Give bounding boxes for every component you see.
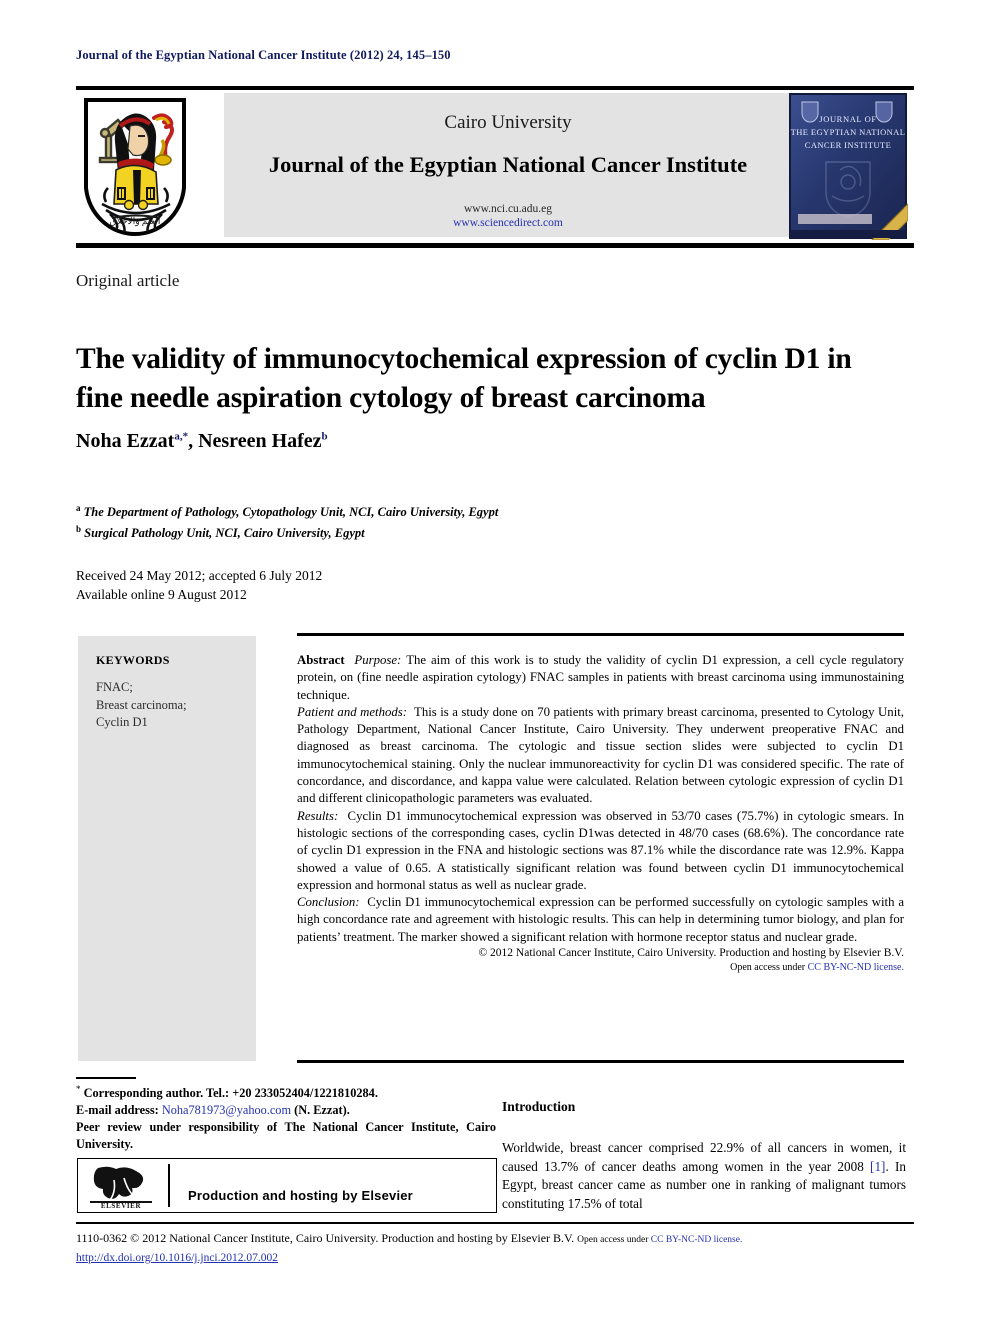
- peer-review-note: Peer review under responsibility of The …: [76, 1120, 496, 1152]
- abstract-conclusion: Conclusion: Cyclin D1 immunocytochemical…: [297, 894, 904, 946]
- affiliations: a The Department of Pathology, Cytopatho…: [76, 500, 498, 542]
- article-type-label: Original article: [76, 271, 180, 290]
- introduction-heading: Introduction: [502, 1099, 576, 1114]
- abstract-copyright: © 2012 National Cancer Institute, Cairo …: [478, 947, 904, 960]
- cairo-university-crest-icon: العلم والأخلاق: [76, 92, 194, 240]
- abstract-methods-text: This is a study done on 70 patients with…: [297, 704, 905, 806]
- journal-website-url[interactable]: www.nci.cu.adu.eg: [224, 202, 792, 216]
- affiliation-a: a The Department of Pathology, Cytopatho…: [76, 500, 498, 521]
- abstract-purpose: Abstract Purpose: The aim of this work i…: [297, 652, 904, 704]
- abstract-top-rule: [297, 633, 904, 636]
- author-name-2: Nesreen Hafez: [198, 430, 322, 452]
- reference-link-1[interactable]: [1]: [870, 1159, 885, 1174]
- running-head: Journal of the Egyptian National Cancer …: [76, 48, 451, 62]
- keyword-item: Cyclin D1: [96, 715, 148, 729]
- keyword-item: Breast carcinoma;: [96, 697, 187, 712]
- svg-text:ELSEVIER: ELSEVIER: [101, 1202, 142, 1208]
- elsevier-banner-text: Production and hosting by Elsevier: [188, 1188, 413, 1203]
- keywords-heading: KEYWORDS: [96, 653, 170, 667]
- available-online-date: Available online 9 August 2012: [76, 587, 247, 602]
- elsevier-divider: [168, 1164, 170, 1207]
- affiliation-a-text: The Department of Pathology, Cytopatholo…: [83, 505, 499, 520]
- journal-cover-thumbnail: JOURNAL OF THE EGYPTIAN NATIONAL CANCER …: [788, 92, 909, 241]
- journal-banner: Cairo University Journal of the Egyptian…: [224, 93, 792, 237]
- abstract-methods-label: Patient and methods:: [297, 704, 408, 719]
- elsevier-production-banner: ELSEVIER Production and hosting by Elsev…: [77, 1158, 497, 1213]
- introduction-text: Worldwide, breast cancer comprised 22.9%…: [502, 1139, 906, 1213]
- banner-university: Cairo University: [444, 112, 572, 133]
- abstract-results: Results: Cyclin D1 immunocytochemical ex…: [297, 808, 904, 894]
- abstract-section: Abstract Purpose: The aim of this work i…: [297, 652, 904, 975]
- abstract-conclusion-label: Conclusion:: [297, 895, 360, 910]
- svg-text:THE EGYPTIAN NATIONAL: THE EGYPTIAN NATIONAL: [791, 127, 906, 137]
- doi-link[interactable]: http://dx.doi.org/10.1016/j.jnci.2012.07…: [76, 1252, 278, 1264]
- masthead-bottom-rule: [76, 243, 914, 248]
- corresponding-author-note: * Corresponding author. Tel.: +20 233052…: [76, 1081, 496, 1102]
- abstract-conclusion-text: Cyclin D1 immunocytochemical expression …: [297, 895, 904, 944]
- banner-journal-title: Journal of the Egyptian National Cancer …: [268, 152, 748, 177]
- footnote-block: * Corresponding author. Tel.: +20 233052…: [76, 1081, 496, 1153]
- page-title: The validity of immunocytochemical expre…: [76, 342, 852, 414]
- masthead-top-rule: [76, 86, 914, 90]
- svg-text:CANCER INSTITUTE: CANCER INSTITUTE: [805, 140, 891, 150]
- abstract-open-access: Open access under CC BY-NC-ND license.: [297, 961, 904, 975]
- email-label: E-mail address:: [76, 1103, 159, 1118]
- author-1-affiliation-marker[interactable]: a,*: [174, 430, 188, 442]
- email-suffix: (N. Ezzat).: [294, 1103, 350, 1118]
- footnote-star-marker: *: [76, 1084, 81, 1094]
- footnote-separator-rule: [76, 1077, 136, 1079]
- affiliation-b-text: Surgical Pathology Unit, NCI, Cairo Univ…: [84, 526, 365, 541]
- keyword-item: FNAC;: [96, 680, 133, 694]
- page-footer: 1110-0362 © 2012 National Cancer Institu…: [76, 1230, 914, 1267]
- author-name-1: Noha Ezzat: [76, 430, 175, 452]
- cc-license-link[interactable]: CC BY-NC-ND license.: [808, 962, 904, 973]
- author-email-link[interactable]: Noha781973@yahoo.com: [162, 1103, 291, 1117]
- affiliation-a-marker: a: [76, 503, 81, 513]
- sciencedirect-url[interactable]: www.sciencedirect.com: [224, 216, 792, 230]
- author-2-affiliation-marker[interactable]: b: [322, 430, 328, 442]
- footer-open-access-prefix: Open access under: [577, 1235, 651, 1245]
- footer-cc-license-link[interactable]: CC BY-NC-ND license.: [651, 1235, 743, 1245]
- article-history: Received 24 May 2012; accepted 6 July 20…: [76, 566, 322, 604]
- author-list: Noha Ezzata,*, Nesreen Hafezb: [76, 430, 328, 452]
- banner-links: www.nci.cu.adu.eg www.sciencedirect.com: [224, 202, 792, 230]
- abstract-bottom-rule: [297, 1060, 904, 1063]
- svg-text:العلم والأخلاق: العلم والأخلاق: [110, 215, 161, 227]
- affiliation-b: b Surgical Pathology Unit, NCI, Cairo Un…: [76, 521, 498, 542]
- abstract-results-label: Results:: [297, 808, 339, 823]
- abstract-methods: Patient and methods: This is a study don…: [297, 704, 904, 808]
- keywords-list: FNAC; Breast carcinoma; Cyclin D1: [96, 679, 187, 732]
- abstract-results-text: Cyclin D1 immunocytochemical expression …: [297, 808, 905, 892]
- masthead: العلم والأخلاق Cairo University Journal …: [76, 92, 914, 241]
- svg-text:JOURNAL OF: JOURNAL OF: [819, 114, 876, 124]
- abstract-label: Abstract: [297, 653, 345, 667]
- footer-rule: [76, 1222, 914, 1224]
- corresponding-author-text: Corresponding author. Tel.: +20 23305240…: [83, 1086, 378, 1101]
- issn-copyright: 1110-0362 © 2012 National Cancer Institu…: [76, 1231, 575, 1245]
- abstract-purpose-label: Purpose:: [354, 653, 402, 667]
- email-note: E-mail address: Noha781973@yahoo.com (N.…: [76, 1102, 496, 1119]
- elsevier-tree-icon: ELSEVIER: [90, 1164, 152, 1210]
- received-date: Received 24 May 2012; accepted 6 July 20…: [76, 568, 323, 583]
- affiliation-b-marker: b: [76, 524, 82, 535]
- introduction-text-part1: Worldwide, breast cancer comprised 22.9%…: [502, 1140, 906, 1174]
- journal-article-page: Journal of the Egyptian National Cancer …: [0, 0, 992, 1323]
- footer-copyright-line: 1110-0362 © 2012 National Cancer Institu…: [76, 1230, 914, 1249]
- open-access-prefix: Open access under: [730, 962, 808, 974]
